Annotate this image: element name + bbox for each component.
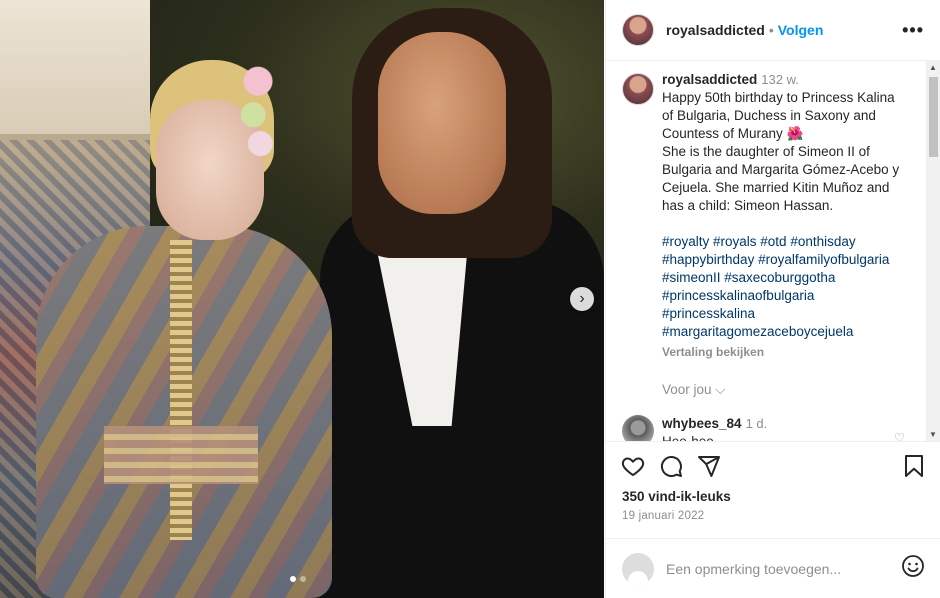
- caption-username[interactable]: royalsaddicted: [662, 72, 757, 87]
- commenter-avatar[interactable]: [622, 415, 654, 441]
- hashtag-line[interactable]: #royalty #royals #otd #onthisday: [662, 233, 912, 251]
- carved-wall-panel: [0, 0, 150, 140]
- woman-belt: [104, 426, 258, 484]
- like-count[interactable]: 350 vind-ik-leuks: [622, 489, 731, 504]
- hashtag-line[interactable]: #princesskalina: [662, 305, 912, 323]
- comment-time[interactable]: 1 d.: [746, 416, 768, 431]
- carousel-dot: [300, 576, 306, 582]
- scroll-down-icon[interactable]: ▼: [929, 430, 937, 439]
- comment-like-icon[interactable]: ♡: [894, 431, 905, 441]
- caption-line: Happy 50th birthday to Princess Kalina: [662, 90, 895, 105]
- chevron-right-icon: ›: [579, 290, 585, 307]
- post-photo[interactable]: ›: [0, 0, 604, 598]
- comment-text: Hee-hee: [662, 433, 912, 441]
- dress-trim: [170, 240, 192, 540]
- current-user-avatar: [622, 552, 654, 585]
- caption-time[interactable]: 132 w.: [761, 72, 799, 87]
- caption-line: of Bulgaria, Duchess in Saxony and: [662, 108, 876, 123]
- hashtag-line[interactable]: #princesskalinaofbulgaria: [662, 287, 912, 305]
- share-icon: [698, 455, 720, 477]
- caption-line: Bulgaria and Margarita Gómez-Acebo y: [662, 162, 900, 177]
- caption-line: has a child: Simeon Hassan.: [662, 198, 834, 213]
- emoji-icon: [902, 555, 924, 577]
- caption-line: She is the daughter of Simeon II of: [662, 144, 870, 159]
- caption-avatar[interactable]: [622, 73, 654, 105]
- hashtag-line[interactable]: #happybirthday #royalfamilyofbulgaria: [662, 251, 912, 269]
- post-header: royalsaddicted • Volgen •••: [606, 0, 940, 61]
- see-translation-button[interactable]: Vertaling bekijken: [662, 343, 912, 361]
- caption-line: Countess of Murany 🌺: [662, 126, 804, 141]
- commenter-username[interactable]: whybees_84: [662, 416, 742, 431]
- carousel-dots: [290, 576, 306, 582]
- comment-icon: [660, 455, 682, 477]
- action-bar: [606, 441, 940, 489]
- comment-button[interactable]: [658, 453, 684, 479]
- comments-scrollbar[interactable]: ▲ ▼: [926, 61, 940, 441]
- emoji-button[interactable]: [901, 554, 925, 583]
- hair-flowers: [234, 62, 282, 158]
- author-avatar[interactable]: [622, 14, 654, 46]
- next-photo-button[interactable]: ›: [570, 287, 594, 311]
- save-button[interactable]: [901, 453, 927, 479]
- comments-list[interactable]: royalsaddicted 132 w. Happy 50th birthday…: [606, 61, 926, 441]
- comment-input[interactable]: [666, 560, 886, 577]
- comment-item: whybees_84 1 d. Hee-hee: [622, 415, 926, 441]
- post-date[interactable]: 19 januari 2022: [622, 510, 704, 522]
- heart-icon: [621, 457, 645, 476]
- author-username[interactable]: royalsaddicted: [666, 22, 765, 38]
- add-comment-bar: [606, 538, 940, 598]
- caption-gap: [662, 215, 912, 233]
- scroll-up-icon[interactable]: ▲: [929, 63, 937, 72]
- caption-line: Cejuela. She married Kitin Muñoz and: [662, 180, 890, 195]
- bookmark-icon: [905, 454, 923, 477]
- scrollbar-thumb[interactable]: [929, 77, 938, 157]
- carousel-dot-active: [290, 576, 296, 582]
- hashtag-line[interactable]: #simeonII #saxecoburggotha: [662, 269, 912, 287]
- for-you-toggle[interactable]: Voor jou ⌵: [662, 381, 912, 399]
- post-side-panel: royalsaddicted • Volgen ••• royalsaddict…: [605, 0, 940, 598]
- share-button[interactable]: [696, 453, 722, 479]
- header-separator: •: [768, 22, 774, 38]
- like-button[interactable]: [620, 453, 646, 479]
- more-options-icon[interactable]: •••: [902, 20, 924, 41]
- hashtag-line[interactable]: #margaritagomezaceboycejuela: [662, 323, 912, 341]
- man-face: [378, 32, 506, 214]
- follow-button[interactable]: Volgen: [778, 22, 824, 38]
- caption-comment: royalsaddicted 132 w. Happy 50th birthday…: [622, 71, 926, 399]
